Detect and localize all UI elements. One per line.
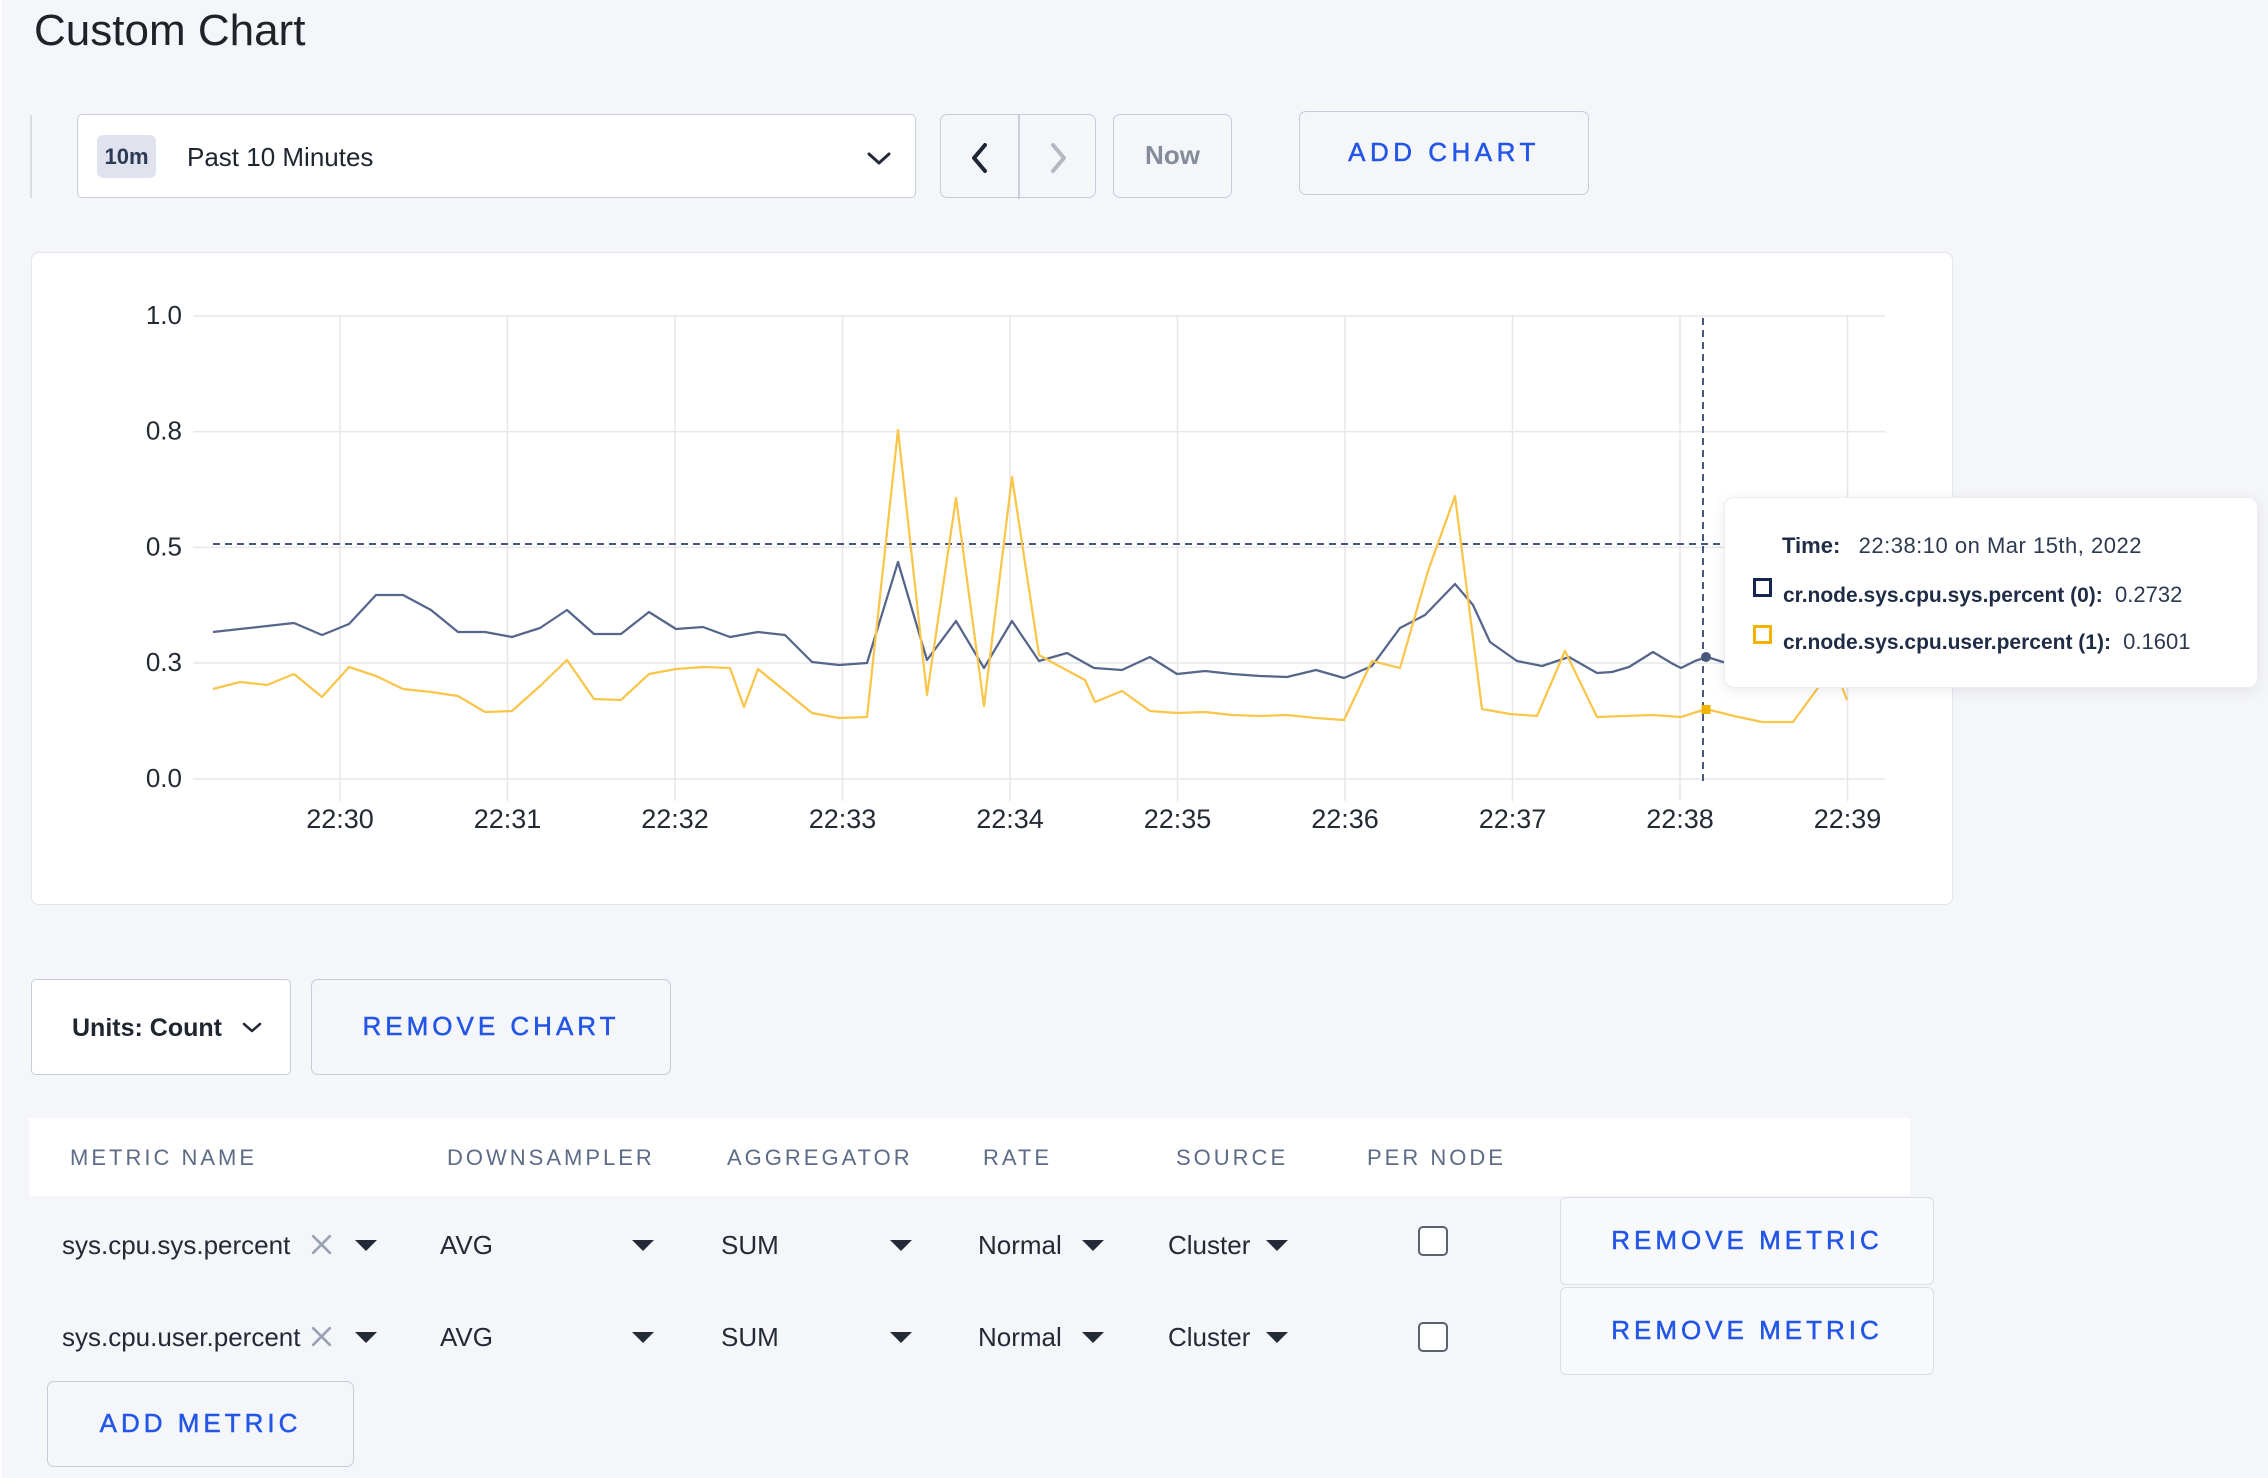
svg-text:0.5: 0.5 (146, 531, 182, 561)
svg-text:1.0: 1.0 (146, 300, 182, 330)
svg-text:22:32: 22:32 (641, 804, 709, 834)
svg-text:22:38: 22:38 (1646, 804, 1714, 834)
svg-text:22:34: 22:34 (976, 804, 1044, 834)
svg-text:22:36: 22:36 (1311, 804, 1379, 834)
svg-text:22:30: 22:30 (306, 804, 374, 834)
svg-text:22:37: 22:37 (1479, 804, 1547, 834)
svg-text:22:39: 22:39 (1814, 804, 1882, 834)
svg-text:22:31: 22:31 (474, 804, 542, 834)
svg-text:0.0: 0.0 (146, 763, 182, 793)
svg-text:0.8: 0.8 (146, 416, 182, 446)
svg-text:0.3: 0.3 (146, 647, 182, 677)
svg-text:22:33: 22:33 (809, 804, 877, 834)
svg-text:22:35: 22:35 (1144, 804, 1212, 834)
